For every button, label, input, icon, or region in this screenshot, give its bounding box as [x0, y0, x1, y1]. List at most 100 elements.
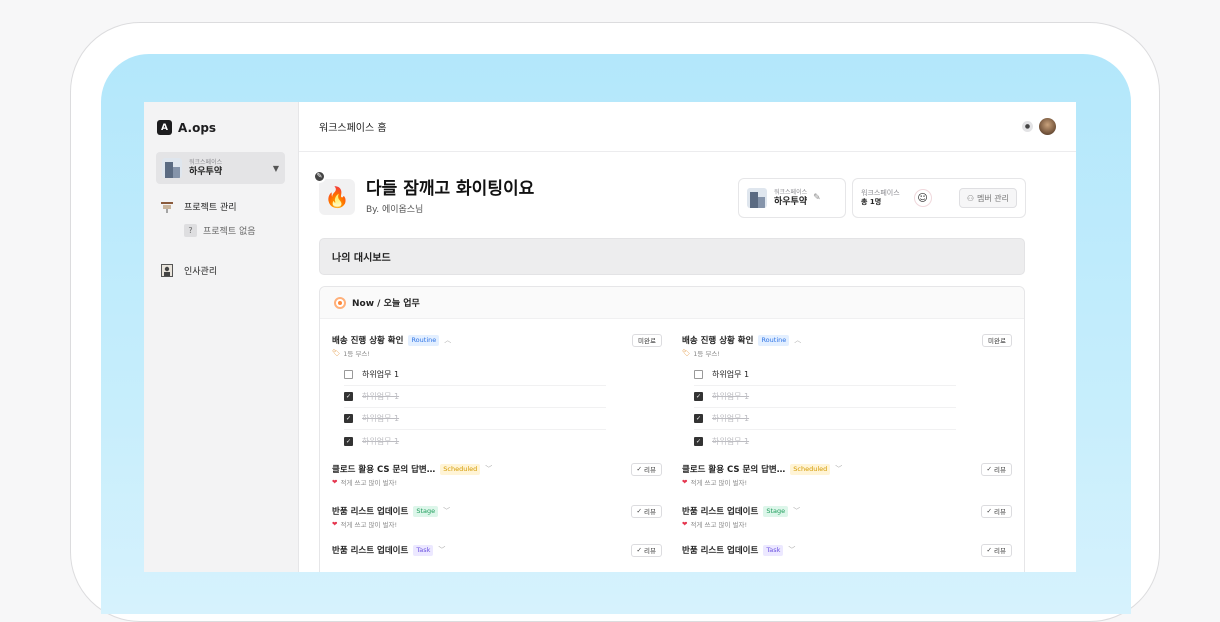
member-avatar-icon: ☺ — [913, 189, 932, 207]
chat-icon[interactable]: ● — [1022, 121, 1033, 132]
logo[interactable]: A A.ops — [157, 120, 216, 135]
edit-badge-icon[interactable]: ✎ — [313, 169, 326, 183]
checklist-item[interactable]: ✓ 하위업무 1 — [344, 386, 606, 408]
avatar[interactable] — [1039, 118, 1056, 135]
checklist-item[interactable]: 하위업무 1 — [344, 364, 606, 386]
review-button[interactable]: ✓ 리뷰 — [980, 504, 1012, 518]
checklist-item[interactable]: ✓ 하위업무 1 — [694, 386, 956, 408]
task-item[interactable]: 배송 진행 상황 확인 Routine ︿ 미완료 🏷 1등 부스! 하위업무 1… — [682, 333, 1012, 452]
checkbox[interactable] — [694, 370, 703, 379]
project-board-icon — [160, 201, 174, 213]
task-tag: Task — [413, 544, 434, 556]
review-button[interactable]: ✓ 리뷰 — [980, 543, 1012, 557]
checklist-item[interactable]: 하위업무 1 — [694, 364, 956, 386]
caret-down-icon: ▼ — [272, 163, 279, 173]
workspace-name: 하우투약 — [189, 166, 223, 177]
task-tag: Stage — [413, 505, 439, 517]
sidebar-item-label: 인사관리 — [184, 267, 218, 277]
sidebar-item-hr[interactable]: 인사관리 — [160, 264, 217, 277]
task-item[interactable]: 클로드 활용 CS 문의 답변… Scheduled ﹀ ✓ 리뷰 ❤ 적게 쓰고… — [332, 462, 662, 487]
check-icon: ✓ — [986, 507, 995, 515]
incomplete-button[interactable]: 미완료 — [632, 333, 662, 347]
chevron-down-icon[interactable]: ﹀ — [485, 464, 492, 474]
chevron-down-icon[interactable]: ﹀ — [443, 506, 450, 516]
checklist-label: 하위업무 1 — [362, 392, 400, 401]
check-icon: ✓ — [986, 546, 995, 554]
member-count: 총 1명 — [861, 197, 882, 206]
review-label: 리뷰 — [994, 547, 1006, 555]
task-tag: Stage — [763, 505, 789, 517]
incomplete-button[interactable]: 미완료 — [982, 333, 1012, 347]
task-subtitle: 1등 부스! — [693, 350, 721, 358]
checkbox-checked[interactable]: ✓ — [344, 392, 353, 401]
task-subtitle: 적게 쓰고 많이 벌자! — [340, 521, 398, 529]
task-item[interactable]: 반품 리스트 업데이트 Task ﹀ ✓ 리뷰 — [332, 543, 662, 557]
workspace-selector[interactable]: 워크스페이스 하우투약 ▼ — [156, 152, 285, 184]
no-project-label: 프로젝트 없음 — [203, 227, 256, 237]
dashboard-header[interactable]: 나의 대시보드 — [319, 238, 1025, 275]
checkbox-checked[interactable]: ✓ — [344, 414, 353, 423]
check-icon: ✓ — [636, 465, 645, 473]
chevron-down-icon[interactable]: ﹀ — [788, 545, 795, 555]
workspace-hero: ✎ 🔥 다들 잠깨고 화이팅이요 By. 에이옵스님 — [313, 169, 534, 215]
sidebar-item-project[interactable]: 프로젝트 관리 — [160, 200, 237, 213]
task-item[interactable]: 반품 리스트 업데이트 Task ﹀ ✓ 리뷰 — [682, 543, 1012, 557]
task-item[interactable]: 클로드 활용 CS 문의 답변… Scheduled ﹀ ✓ 리뷰 ❤ 적게 쓰고… — [682, 462, 1012, 487]
logo-mark-icon: A — [157, 120, 172, 135]
check-icon: ✓ — [636, 507, 645, 515]
checkbox-checked[interactable]: ✓ — [694, 436, 703, 446]
dashboard-title: 나의 대시보드 — [332, 253, 391, 264]
task-tag: Scheduled — [790, 463, 831, 475]
building-icon — [162, 158, 182, 178]
task-title: 클로드 활용 CS 문의 답변… — [332, 465, 436, 475]
checklist-item[interactable]: ✓ 하위업무 1 — [344, 430, 606, 452]
task-title: 반품 리스트 업데이트 — [682, 507, 759, 517]
no-project-item: ? 프로젝트 없음 — [184, 224, 256, 237]
chevron-up-icon[interactable]: ︿ — [444, 335, 451, 345]
now-title: Now / 오늘 업무 — [352, 299, 420, 309]
review-label: 리뷰 — [644, 547, 656, 555]
task-title: 클로드 활용 CS 문의 답변… — [682, 465, 786, 475]
task-tag: Scheduled — [440, 463, 481, 475]
member-manage-button[interactable]: ⚇ 멤버 관리 — [958, 188, 1017, 208]
task-item[interactable]: 반품 리스트 업데이트 Stage ﹀ ✓ 리뷰 ❤ 적게 쓰고 많이 벌자! — [682, 504, 1012, 529]
chevron-down-icon[interactable]: ﹀ — [438, 545, 445, 555]
chevron-up-icon[interactable]: ︿ — [794, 335, 801, 345]
task-subtitle: 1등 부스! — [343, 350, 371, 358]
checklist-label: 하위업무 1 — [362, 414, 400, 423]
review-button[interactable]: ✓ 리뷰 — [980, 462, 1012, 476]
review-button[interactable]: ✓ 리뷰 — [630, 462, 662, 476]
checklist-label: 하위업무 1 — [712, 370, 750, 379]
checklist-item[interactable]: ✓ 하위업무 1 — [344, 408, 606, 430]
review-label: 리뷰 — [644, 508, 656, 516]
workspace-card-name: 하우투약 — [774, 196, 808, 207]
logo-text: A.ops — [178, 120, 217, 135]
heart-icon: ❤ — [332, 478, 338, 486]
review-label: 리뷰 — [644, 466, 656, 474]
task-item[interactable]: 배송 진행 상황 확인 Routine ︿ 미완료 🏷 1등 부스! 하위업무 1… — [332, 333, 662, 452]
checkbox-checked[interactable]: ✓ — [344, 436, 353, 446]
task-subtitle: 적게 쓰고 많이 벌자! — [340, 479, 398, 487]
checkbox[interactable] — [344, 370, 353, 379]
review-button[interactable]: ✓ 리뷰 — [630, 504, 662, 518]
page-title: 워크스페이스 홈 — [319, 123, 387, 134]
now-panel: Now / 오늘 업무 배송 진행 상황 확인 Routine ︿ 미완료 🏷 1… — [319, 286, 1025, 572]
sidebar: A A.ops 워크스페이스 하우투약 ▼ 프로젝트 관리 ? 프로젝트 없음 — [144, 102, 299, 572]
chevron-down-icon[interactable]: ﹀ — [835, 464, 842, 474]
checklist-item[interactable]: ✓ 하위업무 1 — [694, 430, 956, 452]
heart-icon: ❤ — [682, 478, 688, 486]
checkbox-checked[interactable]: ✓ — [694, 414, 703, 423]
checklist-label: 하위업무 1 — [362, 370, 400, 379]
review-button[interactable]: ✓ 리뷰 — [630, 543, 662, 557]
user-add-icon: ⚇ — [966, 193, 975, 203]
task-item[interactable]: 반품 리스트 업데이트 Stage ﹀ ✓ 리뷰 ❤ 적게 쓰고 많이 벌자! — [332, 504, 662, 529]
checkbox-checked[interactable]: ✓ — [694, 392, 703, 401]
pencil-icon[interactable]: ✎ — [813, 193, 821, 203]
review-label: 리뷰 — [994, 466, 1006, 474]
workspace-emoji[interactable]: ✎ 🔥 — [313, 169, 355, 215]
checklist-item[interactable]: ✓ 하위업무 1 — [694, 408, 956, 430]
task-tag: Routine — [758, 334, 790, 346]
task-subtitle: 적게 쓰고 많이 벌자! — [690, 479, 748, 487]
fire-icon: 🔥 — [324, 184, 350, 209]
chevron-down-icon[interactable]: ﹀ — [793, 506, 800, 516]
